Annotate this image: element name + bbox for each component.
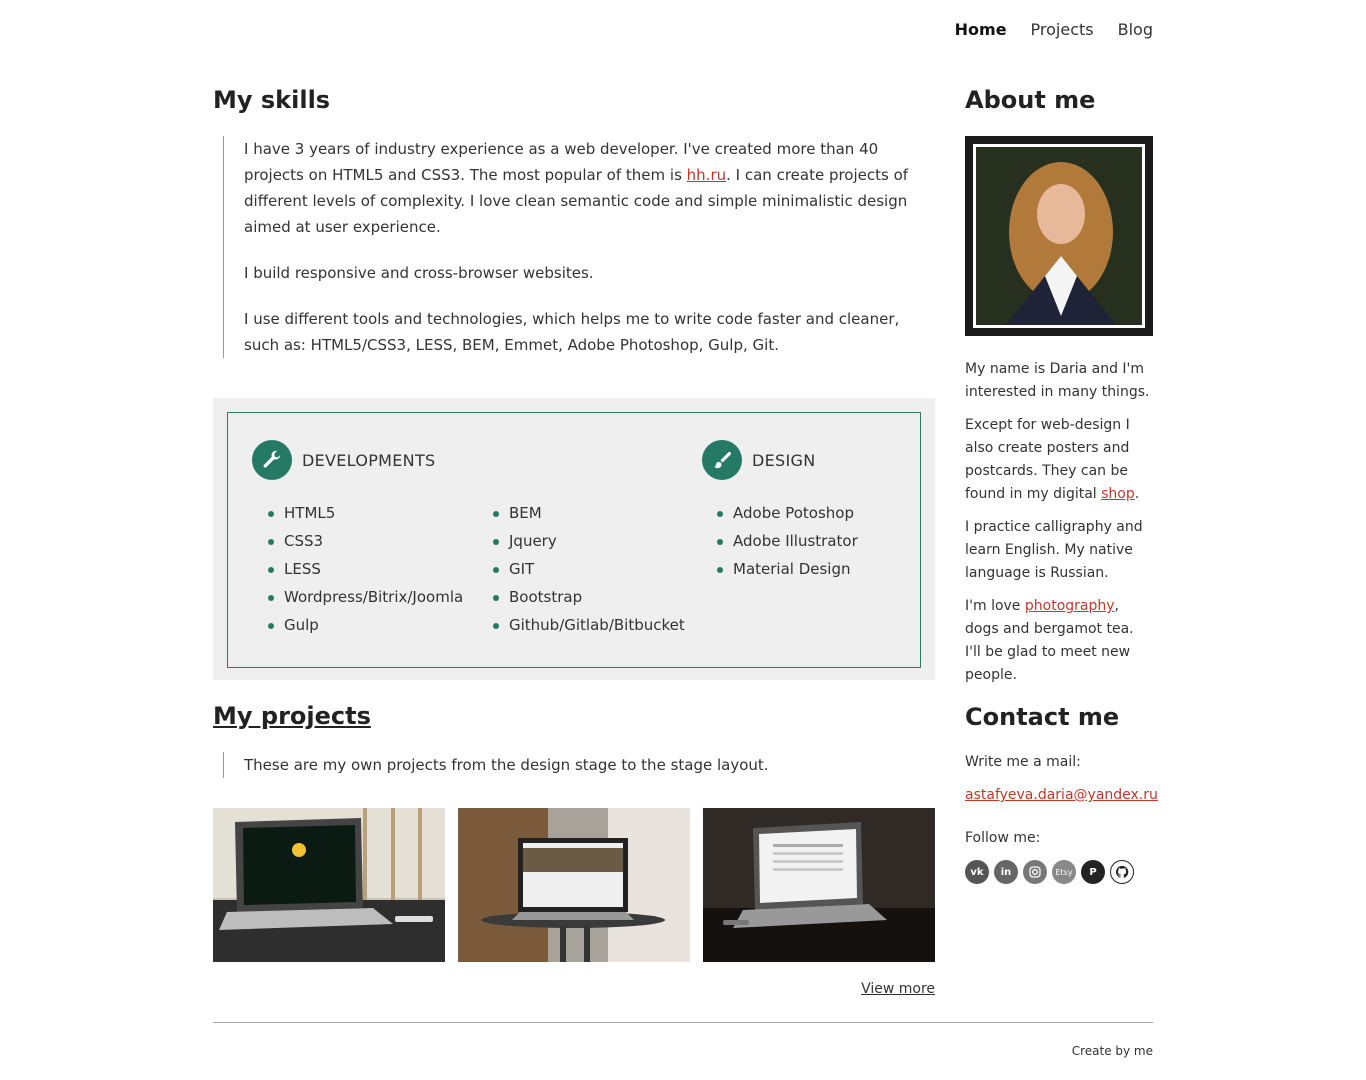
design-title: DESIGN	[752, 450, 816, 470]
photography-link[interactable]: photography	[1025, 598, 1115, 614]
design-list: Adobe Potoshop Adobe Illustrator Materia…	[717, 499, 858, 583]
wrench-icon	[252, 440, 292, 480]
top-nav: Home Projects Blog	[955, 20, 1153, 39]
list-item: Jquery	[493, 527, 685, 555]
sidebar: About me My name is Daria and I'm intere…	[965, 84, 1158, 884]
about-paragraph-3: I practice calligraphy and learn English…	[965, 519, 1143, 581]
github-icon[interactable]	[1110, 860, 1134, 884]
linkedin-icon[interactable]: in	[994, 860, 1018, 884]
brush-icon	[702, 440, 742, 480]
list-item: GIT	[493, 555, 685, 583]
shop-link[interactable]: shop	[1101, 486, 1135, 502]
about-text-part: .	[1134, 486, 1140, 502]
developments-header: DEVELOPMENTS	[252, 440, 435, 480]
projects-desc-block: These are my own projects from the desig…	[223, 752, 935, 778]
design-header: DESIGN	[702, 440, 815, 480]
skills-title: My skills	[213, 86, 331, 114]
skills-paragraph-3: I use different tools and technologies, …	[244, 310, 900, 354]
about-paragraph-1: My name is Daria and I'm interested in m…	[965, 361, 1150, 400]
laptop-photo-1	[213, 808, 445, 962]
skills-box-border: DEVELOPMENTS DESIGN HTML5 CSS3 LESS Word…	[227, 412, 921, 668]
list-item: Github/Gitlab/Bitbucket	[493, 611, 685, 639]
view-more-row: View more	[213, 978, 935, 997]
developments-title: DEVELOPMENTS	[302, 450, 436, 470]
email-row: astafyeva.daria@yandex.ru	[965, 784, 1158, 807]
contact-title: Contact me	[965, 703, 1120, 731]
dev-list-2: BEM Jquery GIT Bootstrap Github/Gitlab/B…	[493, 499, 685, 639]
skills-paragraph-2: I build responsive and cross-browser web…	[244, 264, 594, 282]
follow-label: Follow me:	[965, 830, 1041, 846]
about-title: About me	[965, 86, 1096, 114]
about-paragraph-2: Except for web-design I also create post…	[965, 414, 1153, 506]
skills-box: DEVELOPMENTS DESIGN HTML5 CSS3 LESS Word…	[213, 398, 935, 680]
hh-link[interactable]: hh.ru	[687, 166, 726, 184]
social-links: vk in Etsy P	[965, 860, 1153, 884]
nav-home[interactable]: Home	[955, 20, 1007, 39]
instagram-icon[interactable]	[1023, 860, 1047, 884]
main-content: My skills I have 3 years of industry exp…	[213, 84, 935, 997]
pinterest-icon[interactable]: P	[1081, 860, 1105, 884]
view-more-link[interactable]: View more	[861, 981, 935, 997]
skills-text: I have 3 years of industry experience as…	[223, 136, 935, 358]
list-item: Adobe Potoshop	[717, 499, 858, 527]
about-paragraph-4: I'm love photography, dogs and bergamot …	[965, 595, 1153, 687]
list-item: HTML5	[268, 499, 463, 527]
about-text: My name is Daria and I'm interested in m…	[965, 358, 1153, 687]
list-item: CSS3	[268, 527, 463, 555]
photo-frame	[973, 144, 1145, 328]
list-item: Material Design	[717, 555, 858, 583]
skills-paragraph-1: I have 3 years of industry experience as…	[244, 136, 935, 240]
nav-blog[interactable]: Blog	[1118, 20, 1153, 39]
laptop-photo-3	[703, 808, 935, 962]
project-thumb-2[interactable]	[458, 808, 690, 962]
projects-title[interactable]: My projects	[213, 700, 935, 732]
list-item: Wordpress/Bitrix/Joomla	[268, 583, 463, 611]
footer-credit: Create by me	[1071, 1044, 1153, 1058]
list-item: BEM	[493, 499, 685, 527]
profile-photo	[965, 136, 1153, 336]
list-item: Gulp	[268, 611, 463, 639]
etsy-icon[interactable]: Etsy	[1052, 860, 1076, 884]
list-item: Adobe Illustrator	[717, 527, 858, 555]
list-item: Bootstrap	[493, 583, 685, 611]
laptop-photo-2	[458, 808, 690, 962]
footer-divider	[213, 1022, 1153, 1023]
mail-label: Write me a mail:	[965, 754, 1081, 770]
dev-list-1: HTML5 CSS3 LESS Wordpress/Bitrix/Joomla …	[268, 499, 463, 639]
project-thumb-3[interactable]	[703, 808, 935, 962]
project-thumbnails	[213, 808, 935, 962]
projects-desc: These are my own projects from the desig…	[244, 756, 769, 774]
email-link[interactable]: astafyeva.daria@yandex.ru	[965, 787, 1158, 803]
project-thumb-1[interactable]	[213, 808, 445, 962]
vk-icon[interactable]: vk	[965, 860, 989, 884]
list-item: LESS	[268, 555, 463, 583]
about-text-part: I'm love	[965, 598, 1025, 614]
nav-projects[interactable]: Projects	[1031, 20, 1094, 39]
